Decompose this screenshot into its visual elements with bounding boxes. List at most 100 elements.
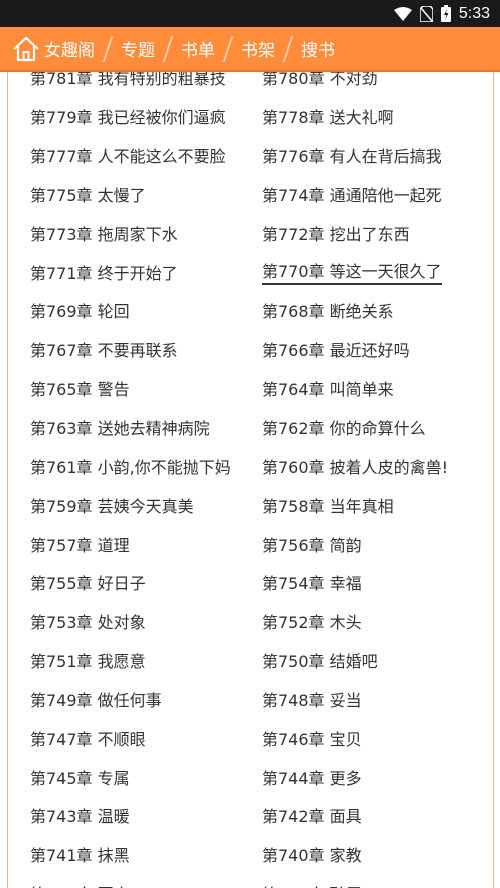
- brand-name: 女趣阁: [44, 41, 95, 61]
- chapter-title: 第746章 宝贝: [262, 729, 362, 749]
- nav-item-search[interactable]: 搜书: [301, 36, 335, 61]
- chapter-link[interactable]: 第741章 抹黑: [8, 835, 240, 874]
- chapter-title: 第781章 我有特别的粗暴技: [30, 72, 226, 89]
- chapter-link[interactable]: 第758章 当年真相: [240, 485, 472, 524]
- nav-separator: [162, 35, 174, 62]
- chapter-title: 第763章 送她去精神病院: [30, 419, 210, 439]
- chapter-link[interactable]: 第752章 木头: [240, 602, 472, 641]
- chapter-title: 第743章 温暖: [30, 807, 130, 827]
- top-navigation: 女趣阁 专题 书单 书架 搜书: [0, 27, 500, 72]
- chapter-list: 第781章 我有特别的粗暴技 第780章 不对劲 第779章 我已经被你们逼疯 第77…: [8, 72, 493, 888]
- chapter-link[interactable]: 第747章 不顺眼: [8, 718, 240, 757]
- chapter-title: 第748章 妥当: [262, 690, 362, 710]
- status-bar: 5:33: [0, 0, 500, 27]
- chapter-link[interactable]: 第773章 拖周家下水: [8, 213, 240, 252]
- chapter-link[interactable]: 第763章 送她去精神病院: [8, 408, 240, 447]
- chapter-link[interactable]: 第749章 做任何事: [8, 680, 240, 719]
- nav-item-bookshelf[interactable]: 书架: [241, 36, 275, 61]
- chapter-title: 第753章 处对象: [30, 613, 146, 633]
- chapter-list-panel: 第781章 我有特别的粗暴技 第780章 不对劲 第779章 我已经被你们逼疯 第77…: [7, 72, 494, 888]
- chapter-title: 第760章 披着人皮的禽兽!: [262, 457, 449, 477]
- chapter-link[interactable]: 第743章 温暖: [8, 796, 240, 835]
- chapter-title: 第741章 抹黑: [30, 846, 130, 866]
- chapter-title: 第775章 太慢了: [30, 185, 146, 205]
- chapter-title: 第740章 家教: [262, 846, 362, 866]
- brand-home-link[interactable]: 女趣阁: [0, 36, 95, 62]
- no-sim-icon: [419, 5, 433, 22]
- chapter-title: 第764章 叫简单来: [262, 380, 394, 400]
- chapter-link[interactable]: 第739章 要人: [8, 874, 240, 888]
- chapter-link[interactable]: 第748章 妥当: [240, 680, 472, 719]
- chapter-link[interactable]: 第768章 断绝关系: [240, 291, 472, 330]
- chapter-title: 第759章 芸姨今天真美: [30, 496, 194, 516]
- chapter-link[interactable]: 第774章 通通陪他一起死: [240, 175, 472, 214]
- chapter-title: 第755章 好日子: [30, 574, 146, 594]
- chapter-link[interactable]: 第765章 警告: [8, 369, 240, 408]
- chapter-title: 第780章 不对劲: [262, 72, 378, 89]
- chapter-title: 第762章 你的命算什么: [262, 419, 426, 439]
- chapter-title: 第751章 我愿意: [30, 652, 146, 672]
- chapter-link[interactable]: 第771章 终于开始了: [8, 252, 240, 291]
- chapter-link[interactable]: 第750章 结婚吧: [240, 641, 472, 680]
- chapter-link[interactable]: 第744章 更多: [240, 757, 472, 796]
- nav-item-booklists[interactable]: 书单: [181, 36, 215, 61]
- chapter-title: 第742章 面具: [262, 807, 362, 827]
- chapter-title: 第771章 终于开始了: [30, 263, 178, 283]
- chapter-link[interactable]: 第778章 送大礼啊: [240, 97, 472, 136]
- chapter-link[interactable]: 第775章 太慢了: [8, 175, 240, 214]
- chapter-link[interactable]: 第772章 挖出了东西: [240, 213, 472, 252]
- chapter-title: 第779章 我已经被你们逼疯: [30, 108, 226, 128]
- chapter-title: 第761章 小韵,你不能抛下妈: [30, 457, 231, 477]
- chapter-title: 第738章 耻辱: [262, 881, 362, 888]
- chapter-title: 第765章 警告: [30, 380, 130, 400]
- chapter-link[interactable]: 第760章 披着人皮的禽兽!: [240, 446, 472, 485]
- chapter-link[interactable]: 第738章 耻辱: [240, 874, 472, 888]
- chapter-title: 第752章 木头: [262, 613, 362, 633]
- chapter-link[interactable]: 第754章 幸福: [240, 563, 472, 602]
- chapter-title: 第756章 简韵: [262, 535, 362, 555]
- chapter-link[interactable]: 第761章 小韵,你不能抛下妈: [8, 446, 240, 485]
- chapter-link[interactable]: 第769章 轮回: [8, 291, 240, 330]
- chapter-title: 第778章 送大礼啊: [262, 108, 394, 128]
- chapter-link[interactable]: 第779章 我已经被你们逼疯: [8, 97, 240, 136]
- chapter-title: 第739章 要人: [30, 881, 130, 888]
- chapter-title: 第747章 不顺眼: [30, 729, 146, 749]
- chapter-link[interactable]: 第742章 面具: [240, 796, 472, 835]
- chapter-link[interactable]: 第780章 不对劲: [240, 72, 472, 97]
- chapter-link[interactable]: 第746章 宝贝: [240, 718, 472, 757]
- chapter-title: 第744章 更多: [262, 768, 362, 788]
- chapter-link[interactable]: 第756章 简韵: [240, 524, 472, 563]
- chapter-link[interactable]: 第766章 最近还好吗: [240, 330, 472, 369]
- chapter-title: 第770章 等这一天很久了: [262, 258, 442, 286]
- chapter-title: 第773章 拖周家下水: [30, 224, 178, 244]
- chapter-link[interactable]: 第767章 不要再联系: [8, 330, 240, 369]
- nav-separator: [102, 35, 114, 62]
- chapter-title: 第772章 挖出了东西: [262, 224, 410, 244]
- chapter-title: 第749章 做任何事: [30, 690, 162, 710]
- chapter-link[interactable]: 第759章 芸姨今天真美: [8, 485, 240, 524]
- chapter-title: 第776章 有人在背后搞我: [262, 147, 442, 167]
- chapter-title: 第777章 人不能这么不要脸: [30, 147, 226, 167]
- chapter-link[interactable]: 第777章 人不能这么不要脸: [8, 136, 240, 175]
- chapter-link[interactable]: 第762章 你的命算什么: [240, 408, 472, 447]
- chapter-link[interactable]: 第753章 处对象: [8, 602, 240, 641]
- home-icon: [12, 36, 40, 62]
- nav-item-topics[interactable]: 专题: [121, 36, 155, 61]
- chapter-link[interactable]: 第745章 专属: [8, 757, 240, 796]
- chapter-title: 第767章 不要再联系: [30, 341, 178, 361]
- status-time: 5:33: [458, 4, 490, 22]
- chapter-link[interactable]: 第757章 道理: [8, 524, 240, 563]
- nav-separator: [282, 35, 294, 62]
- chapter-link[interactable]: 第755章 好日子: [8, 563, 240, 602]
- chapter-title: 第766章 最近还好吗: [262, 341, 410, 361]
- chapter-link[interactable]: 第764章 叫简单来: [240, 369, 472, 408]
- chapter-link[interactable]: 第776章 有人在背后搞我: [240, 136, 472, 175]
- chapter-title: 第769章 轮回: [30, 302, 130, 322]
- chapter-title: 第745章 专属: [30, 768, 130, 788]
- chapter-link[interactable]: 第740章 家教: [240, 835, 472, 874]
- chapter-link[interactable]: 第770章 等这一天很久了: [240, 252, 472, 291]
- chapter-link[interactable]: 第781章 我有特别的粗暴技: [8, 72, 240, 97]
- chapter-link[interactable]: 第751章 我愿意: [8, 641, 240, 680]
- chapter-title: 第750章 结婚吧: [262, 652, 378, 672]
- chapter-title: 第768章 断绝关系: [262, 302, 394, 322]
